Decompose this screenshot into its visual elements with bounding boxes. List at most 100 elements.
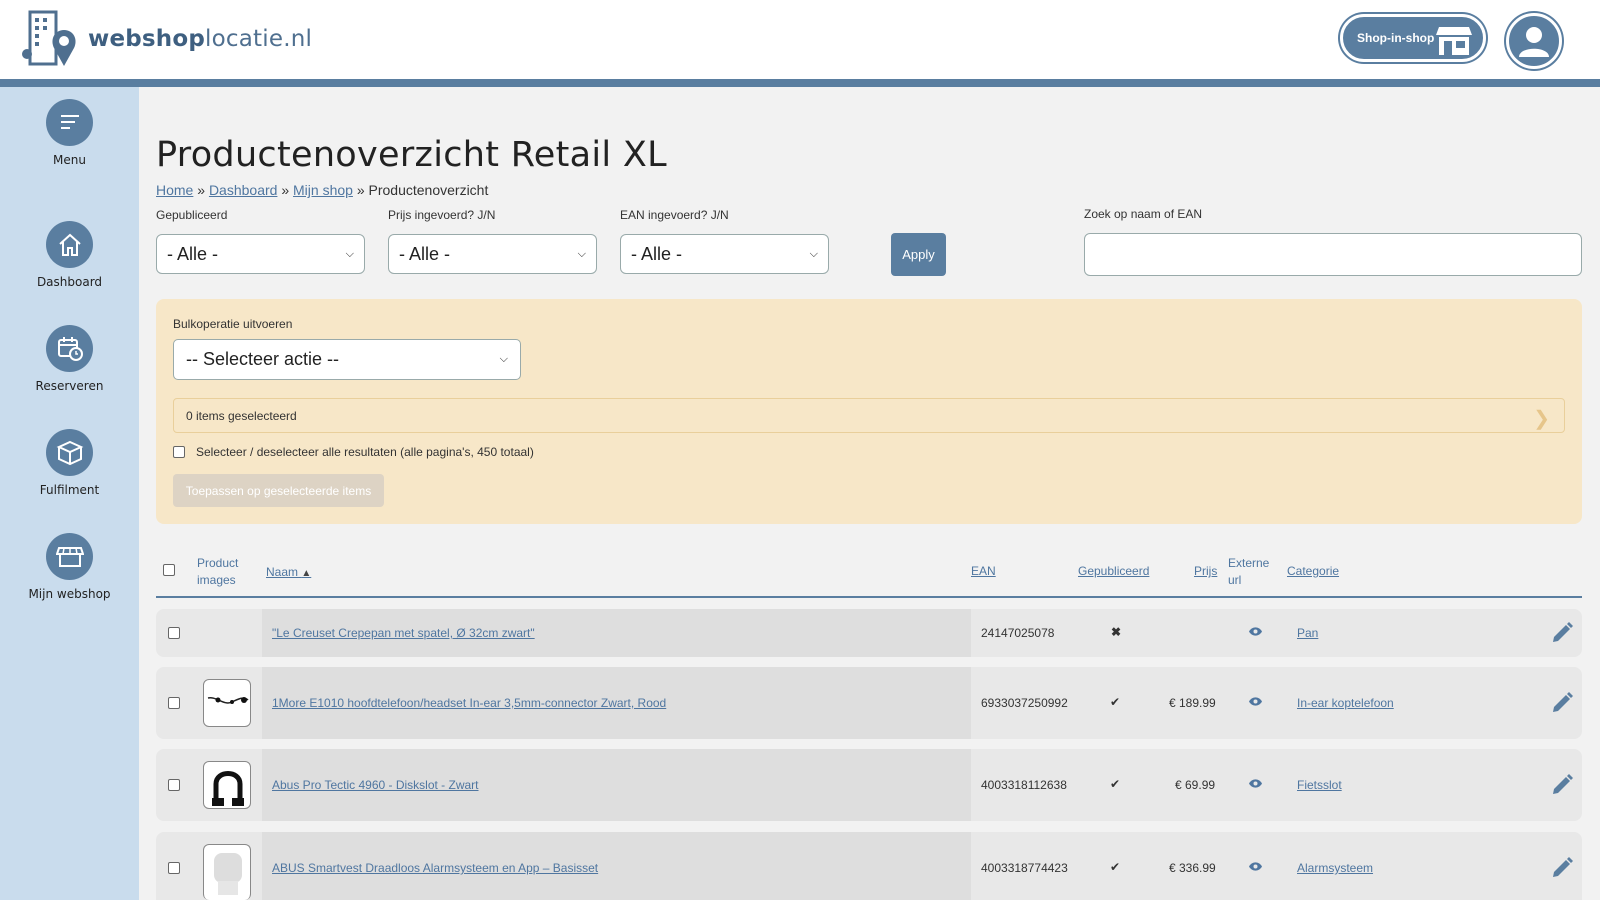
name-cell: Abus Pro Tectic 4960 - Diskslot - Zwart — [262, 749, 971, 821]
product-image[interactable] — [203, 679, 251, 727]
bulk-operation-panel: Bulkoperatie uitvoeren -- Selecteer acti… — [156, 299, 1582, 524]
building-pin-icon — [22, 10, 76, 66]
ean-filter-label: EAN ingevoerd? J/N — [620, 208, 729, 222]
category-link[interactable]: In-ear koptelefoon — [1297, 696, 1394, 710]
sidebar-item-mijn-webshop[interactable]: Mijn webshop — [0, 533, 139, 601]
product-name-link[interactable]: "Le Creuset Crepepan met spatel, Ø 32cm … — [272, 626, 535, 640]
published-check-icon: ✔ — [1110, 860, 1121, 874]
ean-value: 6933037250992 — [981, 696, 1068, 710]
breadcrumb-separator: » — [197, 182, 206, 198]
published-filter-label: Gepubliceerd — [156, 208, 228, 222]
product-name-link[interactable]: ABUS Smartvest Draadloos Alarmsysteem en… — [272, 861, 598, 875]
breadcrumb: Home » Dashboard » Mijn shop » Producten… — [156, 182, 488, 198]
select-page-checkbox[interactable] — [163, 564, 175, 576]
breadcrumb-shop[interactable]: Mijn shop — [293, 182, 353, 198]
ean-value: 4003318112638 — [981, 778, 1067, 792]
edit-pencil-icon[interactable] — [1550, 773, 1574, 800]
ean-value: 4003318774423 — [981, 861, 1068, 875]
chevron-down-icon: ⌵ — [809, 247, 818, 260]
product-image[interactable] — [203, 844, 251, 900]
search-input[interactable] — [1084, 233, 1582, 276]
name-cell: ABUS Smartvest Draadloos Alarmsysteem en… — [262, 832, 971, 900]
chevron-right-icon: ❯ — [1533, 408, 1550, 430]
selected-count-bar[interactable]: 0 items geselecteerd ❯ — [173, 398, 1565, 433]
sidebar-item-label: Mijn webshop — [28, 587, 111, 601]
edit-pencil-icon[interactable] — [1550, 691, 1574, 718]
row-checkbox[interactable] — [168, 779, 180, 791]
logo-text: webshoplocatie.nl — [88, 26, 313, 52]
breadcrumb-separator: » — [356, 182, 365, 198]
edit-pencil-icon[interactable] — [1550, 856, 1574, 883]
header-name[interactable]: Naam ▲ — [266, 564, 311, 582]
eye-icon[interactable] — [1248, 626, 1263, 640]
product-name-link[interactable]: Abus Pro Tectic 4960 - Diskslot - Zwart — [272, 778, 479, 792]
category-link[interactable]: Alarmsysteem — [1297, 861, 1373, 875]
product-name-link[interactable]: 1More E1010 hoofdtelefoon/headset In-ear… — [272, 696, 666, 710]
main-content: Productenoverzicht Retail XL Home » Dash… — [139, 87, 1600, 900]
row-checkbox[interactable] — [168, 862, 180, 874]
home-icon — [46, 221, 93, 268]
price-value: € 69.99 — [1175, 778, 1216, 792]
header-price[interactable]: Prijs — [1194, 563, 1217, 580]
breadcrumb-dashboard[interactable]: Dashboard — [209, 182, 278, 198]
product-image[interactable] — [203, 761, 251, 809]
user-icon — [1519, 27, 1549, 57]
header-published[interactable]: Gepubliceerd — [1078, 563, 1149, 580]
menu-icon — [46, 99, 93, 146]
header-ean[interactable]: EAN — [971, 563, 996, 580]
calendar-clock-icon — [46, 325, 93, 372]
row-checkbox[interactable] — [168, 627, 180, 639]
name-cell: 1More E1010 hoofdtelefoon/headset In-ear… — [262, 667, 971, 739]
table-row: ABUS Smartvest Draadloos Alarmsysteem en… — [156, 832, 1582, 900]
sidebar-item-reserveren[interactable]: Reserveren — [0, 325, 139, 393]
breadcrumb-current: Productenoverzicht — [368, 182, 489, 198]
table-header: Product images Naam ▲ EAN Gepubliceerd P… — [156, 552, 1582, 598]
sidebar: Menu Dashboard Reserveren Fulfilment Mij… — [0, 87, 139, 900]
header-divider — [0, 79, 1600, 87]
category-link[interactable]: Fietsslot — [1297, 778, 1342, 792]
eye-icon[interactable] — [1248, 696, 1263, 710]
header-category[interactable]: Categorie — [1287, 563, 1339, 580]
shop-in-shop-button[interactable]: Shop-in-shop — [1340, 14, 1486, 62]
header-external-url: Externe url — [1228, 556, 1270, 587]
store-icon — [1436, 27, 1472, 55]
sidebar-item-dashboard[interactable]: Dashboard — [0, 221, 139, 289]
search-label: Zoek op naam of EAN — [1084, 207, 1203, 221]
sidebar-item-fulfilment[interactable]: Fulfilment — [0, 429, 139, 497]
eye-icon[interactable] — [1248, 778, 1263, 792]
top-bar: webshoplocatie.nl Shop-in-shop — [0, 0, 1600, 79]
select-all-results: Selecteer / deselecteer alle resultaten … — [173, 445, 534, 459]
ean-filter-value: - Alle - — [631, 243, 683, 264]
price-filter-select[interactable]: - Alle - ⌵ — [388, 234, 597, 274]
apply-to-selected-button[interactable]: Toepassen op geselecteerde items — [173, 474, 384, 507]
chevron-down-icon: ⌵ — [577, 247, 586, 260]
sidebar-item-label: Dashboard — [36, 275, 103, 289]
select-all-checkbox[interactable] — [173, 446, 185, 458]
user-avatar[interactable] — [1506, 13, 1562, 69]
breadcrumb-home[interactable]: Home — [156, 182, 193, 198]
apply-button[interactable]: Apply — [891, 233, 946, 276]
published-filter-value: - Alle - — [167, 243, 219, 264]
sidebar-item-label: Menu — [53, 153, 86, 167]
published-filter-select[interactable]: - Alle - ⌵ — [156, 234, 365, 274]
table-row: "Le Creuset Crepepan met spatel, Ø 32cm … — [156, 609, 1582, 657]
eye-icon[interactable] — [1248, 861, 1263, 875]
sidebar-item-label: Fulfilment — [39, 483, 100, 497]
chevron-down-icon: ⌵ — [345, 247, 354, 260]
edit-pencil-icon[interactable] — [1550, 621, 1574, 648]
sidebar-item-menu[interactable]: Menu — [0, 99, 139, 167]
breadcrumb-separator: » — [281, 182, 290, 198]
header-product-images: Product images — [197, 556, 239, 587]
chevron-down-icon: ⌵ — [499, 353, 508, 365]
select-all-label: Selecteer / deselecteer alle resultaten … — [196, 445, 534, 459]
price-value: € 189.99 — [1169, 696, 1216, 710]
category-link[interactable]: Pan — [1297, 626, 1318, 640]
ean-filter-select[interactable]: - Alle - ⌵ — [620, 234, 829, 274]
bulk-action-select[interactable]: -- Selecteer actie -- ⌵ — [173, 339, 521, 380]
table-row: Abus Pro Tectic 4960 - Diskslot - Zwart … — [156, 749, 1582, 821]
row-checkbox[interactable] — [168, 697, 180, 709]
selected-count-text: 0 items geselecteerd — [186, 408, 297, 423]
published-check-icon: ✔ — [1110, 777, 1121, 791]
logo[interactable]: webshoplocatie.nl — [22, 10, 312, 68]
published-check-icon: ✔ — [1110, 695, 1121, 709]
